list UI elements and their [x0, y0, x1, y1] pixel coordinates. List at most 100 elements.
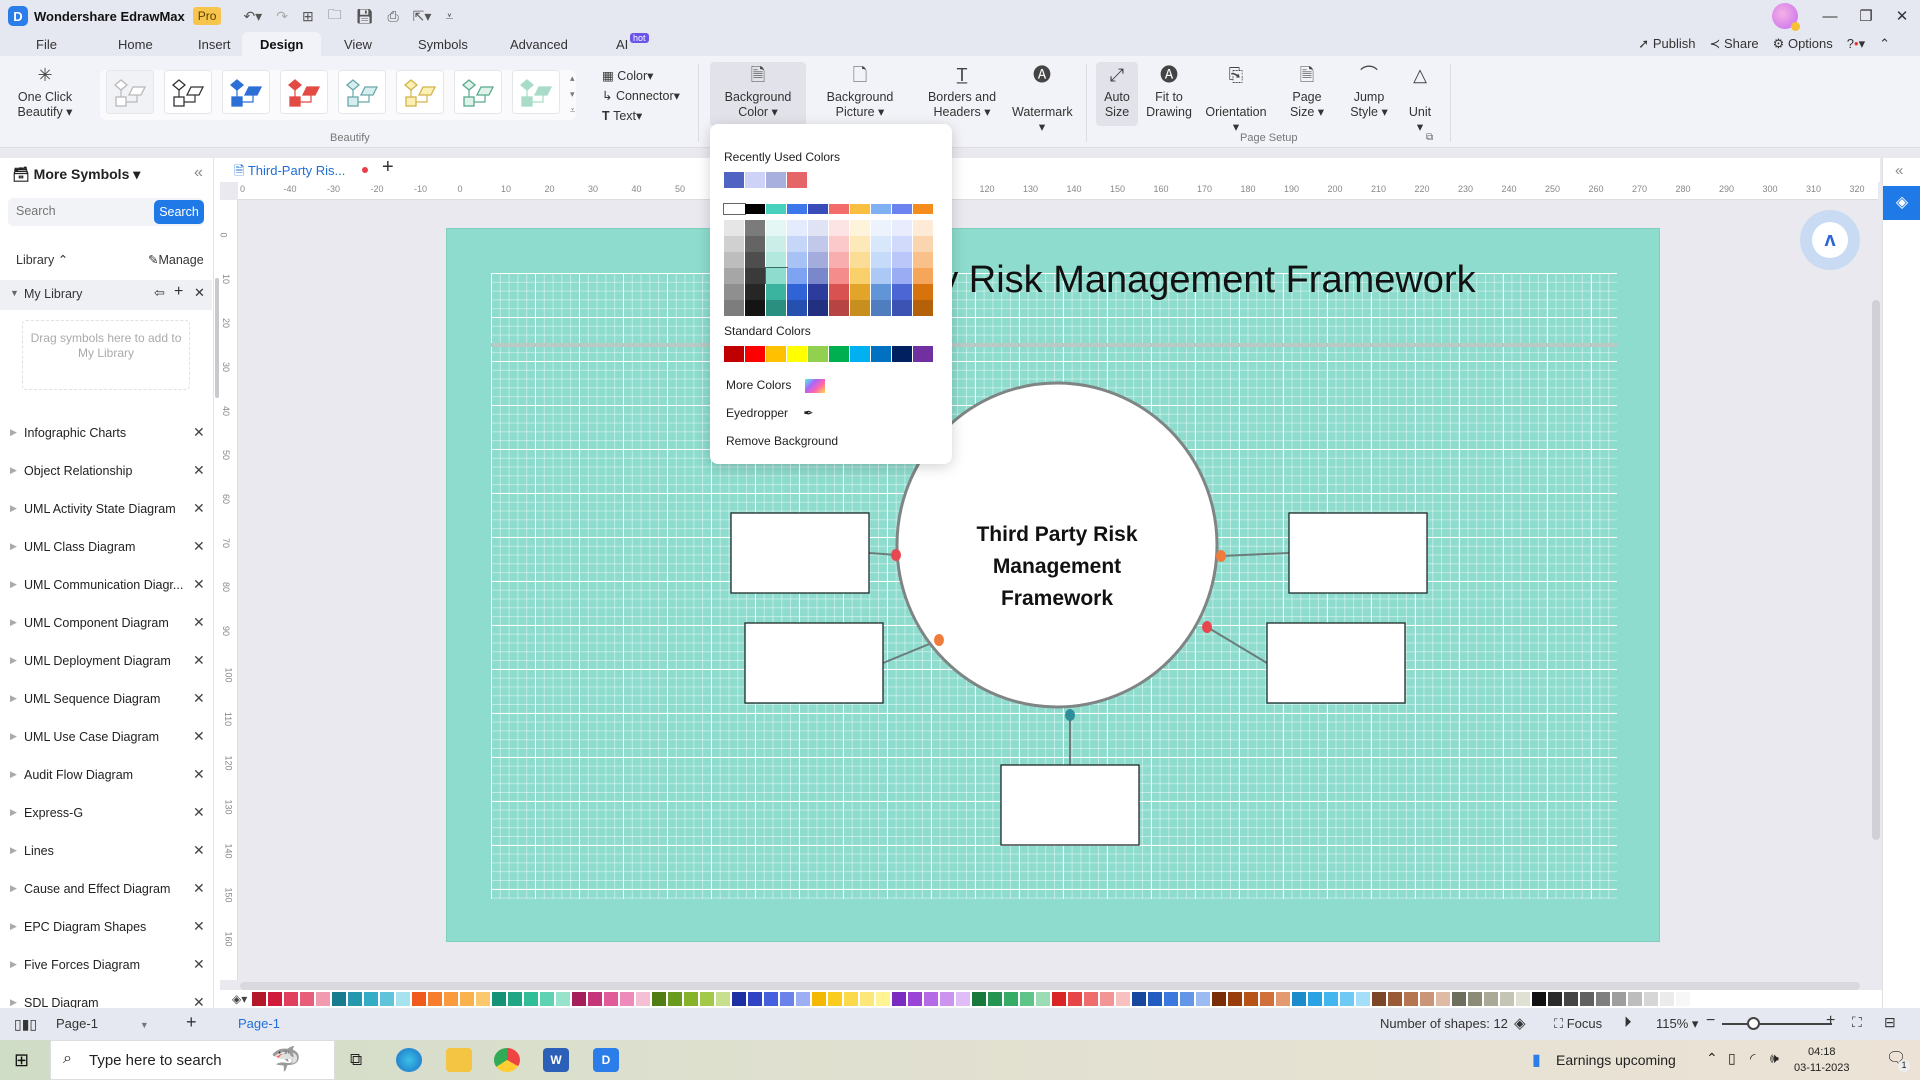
- palette-color-swatch[interactable]: [988, 992, 1002, 1006]
- palette-color-swatch[interactable]: [1116, 992, 1130, 1006]
- library-item[interactable]: ▶ Audit Flow Diagram ✕: [0, 766, 212, 788]
- palette-color-swatch[interactable]: [1436, 992, 1450, 1006]
- palette-color-swatch[interactable]: [380, 992, 394, 1006]
- unit-button[interactable]: △ Unit ▾: [1402, 66, 1438, 135]
- library-item[interactable]: ▶ UML Component Diagram ✕: [0, 614, 212, 636]
- taskbar-search[interactable]: ⌕ Type here to search 🦈: [50, 1040, 335, 1080]
- theme-color-swatch[interactable]: [787, 268, 808, 284]
- palette-color-swatch[interactable]: [1660, 992, 1674, 1006]
- theme-color-swatch[interactable]: [766, 204, 787, 214]
- more-symbols-header[interactable]: 🗃 More Symbols ▾: [12, 166, 140, 183]
- remove-background-button[interactable]: Remove Background: [726, 434, 838, 448]
- palette-color-swatch[interactable]: [844, 992, 858, 1006]
- theme-color-swatch[interactable]: [913, 220, 934, 236]
- symbol-search-input[interactable]: [16, 204, 146, 218]
- connector-line[interactable]: [1220, 552, 1290, 557]
- theme-color-swatch[interactable]: [723, 203, 746, 215]
- library-item[interactable]: ▶ UML Activity State Diagram ✕: [0, 500, 212, 522]
- palette-color-swatch[interactable]: [1004, 992, 1018, 1006]
- palette-color-swatch[interactable]: [1596, 992, 1610, 1006]
- theme-color-swatch[interactable]: [829, 300, 850, 316]
- tray-chevron-icon[interactable]: ⌃: [1706, 1050, 1718, 1067]
- publish-button[interactable]: ➚ Publish: [1638, 36, 1695, 52]
- theme-color-swatch[interactable]: [871, 268, 892, 284]
- theme-color-swatch[interactable]: [745, 204, 766, 214]
- theme-color-swatch[interactable]: [745, 252, 766, 268]
- redo-icon[interactable]: ↷: [276, 8, 288, 25]
- palette-color-swatch[interactable]: [940, 992, 954, 1006]
- remove-library-icon[interactable]: ✕: [193, 918, 205, 935]
- palette-color-swatch[interactable]: [668, 992, 682, 1006]
- minimize-button[interactable]: —: [1812, 8, 1848, 25]
- connection-point[interactable]: [1216, 550, 1226, 562]
- theme-color-swatch[interactable]: [724, 284, 745, 300]
- palette-color-swatch[interactable]: [1260, 992, 1274, 1006]
- palette-color-swatch[interactable]: [1420, 992, 1434, 1006]
- library-item[interactable]: ▶ Cause and Effect Diagram ✕: [0, 880, 212, 902]
- zoom-in-button[interactable]: +: [1826, 1012, 1835, 1030]
- library-item[interactable]: ▶ Lines ✕: [0, 842, 212, 864]
- fill-tool-icon[interactable]: ◈▾: [232, 992, 250, 1006]
- remove-library-icon[interactable]: ✕: [193, 880, 205, 897]
- wifi-icon[interactable]: ◜: [1750, 1050, 1755, 1067]
- library-item[interactable]: ▶ UML Deployment Diagram ✕: [0, 652, 212, 674]
- palette-color-swatch[interactable]: [1180, 992, 1194, 1006]
- menu-file[interactable]: File: [28, 35, 65, 54]
- fullscreen-icon[interactable]: ⛶: [1852, 1014, 1862, 1031]
- remove-library-icon[interactable]: ✕: [193, 576, 205, 593]
- options-button[interactable]: ⚙ Options: [1773, 36, 1833, 52]
- chrome-icon[interactable]: [494, 1048, 520, 1072]
- recent-color-swatch[interactable]: [745, 172, 766, 188]
- palette-color-swatch[interactable]: [588, 992, 602, 1006]
- theme-color-swatch[interactable]: [892, 220, 913, 236]
- library-item[interactable]: ▶ UML Use Case Diagram ✕: [0, 728, 212, 750]
- palette-color-swatch[interactable]: [652, 992, 666, 1006]
- theme-color-swatch[interactable]: [745, 268, 766, 284]
- theme-color-swatch[interactable]: [765, 267, 788, 285]
- beautify-theme-5[interactable]: [338, 70, 386, 114]
- theme-color-swatch[interactable]: [913, 204, 934, 214]
- page-selector[interactable]: Page-1 ▼: [56, 1016, 149, 1031]
- palette-color-swatch[interactable]: [1276, 992, 1290, 1006]
- restore-button[interactable]: ❐: [1848, 7, 1884, 25]
- windows-start-icon[interactable]: ⊞: [14, 1050, 29, 1071]
- palette-color-swatch[interactable]: [444, 992, 458, 1006]
- connector-line[interactable]: [1206, 626, 1268, 664]
- palette-color-swatch[interactable]: [748, 992, 762, 1006]
- theme-color-swatch[interactable]: [913, 284, 934, 300]
- theme-color-swatch[interactable]: [871, 300, 892, 316]
- theme-color-swatch[interactable]: [787, 252, 808, 268]
- palette-color-swatch[interactable]: [1484, 992, 1498, 1006]
- orientation-button[interactable]: ⎘ Orientation ▾: [1204, 66, 1268, 135]
- remove-library-icon[interactable]: ✕: [193, 766, 205, 783]
- focus-button[interactable]: ⛶ Focus: [1554, 1016, 1602, 1032]
- connection-point[interactable]: [934, 634, 944, 646]
- layers-icon[interactable]: ◈: [1514, 1014, 1526, 1032]
- zoom-level[interactable]: 115% ▾: [1656, 1016, 1698, 1032]
- beautify-theme-4[interactable]: [280, 70, 328, 114]
- theme-color-swatch[interactable]: [808, 252, 829, 268]
- document-tab[interactable]: 🗎 Third-Party Ris...: [234, 162, 345, 184]
- theme-color-swatch[interactable]: [829, 284, 850, 300]
- palette-color-swatch[interactable]: [1100, 992, 1114, 1006]
- customize-icon[interactable]: ⩡: [445, 8, 453, 25]
- palette-color-swatch[interactable]: [364, 992, 378, 1006]
- auto-size-button[interactable]: ⤢ Auto Size: [1096, 62, 1138, 126]
- palette-color-swatch[interactable]: [1644, 992, 1658, 1006]
- remove-library-icon[interactable]: ✕: [193, 956, 205, 973]
- palette-color-swatch[interactable]: [1292, 992, 1306, 1006]
- palette-color-swatch[interactable]: [1212, 992, 1226, 1006]
- search-button[interactable]: Search: [154, 200, 204, 224]
- collapse-panel-icon[interactable]: «: [194, 164, 203, 182]
- undo-icon[interactable]: ↶▾: [243, 8, 262, 25]
- palette-color-swatch[interactable]: [1036, 992, 1050, 1006]
- placeholder-box[interactable]: [1000, 764, 1140, 846]
- news-icon[interactable]: ▮: [1532, 1050, 1541, 1070]
- palette-color-swatch[interactable]: [1308, 992, 1322, 1006]
- standard-color-swatch[interactable]: [850, 346, 871, 362]
- palette-color-swatch[interactable]: [828, 992, 842, 1006]
- close-icon[interactable]: ✕: [194, 285, 205, 301]
- theme-color-swatch[interactable]: [808, 220, 829, 236]
- theme-color-swatch[interactable]: [871, 204, 892, 214]
- standard-color-swatch[interactable]: [871, 346, 892, 362]
